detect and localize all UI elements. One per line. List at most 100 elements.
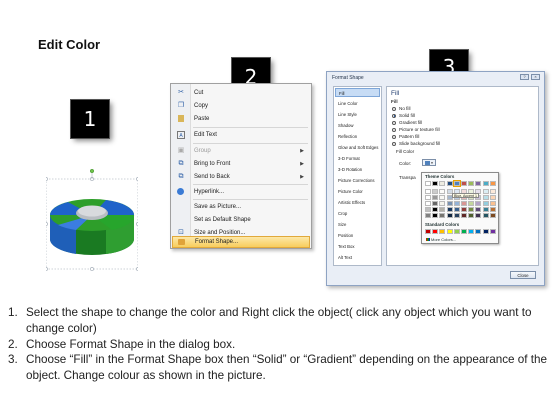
color-swatch[interactable] — [446, 201, 453, 206]
color-swatch[interactable] — [432, 195, 439, 200]
segmented-cylinder-shape[interactable] — [46, 165, 138, 275]
color-swatch[interactable] — [432, 213, 439, 218]
color-swatch[interactable] — [482, 195, 489, 200]
color-swatch[interactable] — [461, 201, 467, 206]
color-swatch[interactable] — [453, 201, 460, 206]
category-line-color[interactable]: Line Color — [335, 99, 380, 108]
color-swatch[interactable] — [432, 189, 439, 194]
category-text-box[interactable]: Text Box — [335, 242, 380, 251]
menu-item-paste[interactable]: Paste — [172, 113, 310, 125]
fill-color-dropdown[interactable]: ▼ — [422, 159, 436, 166]
category-position[interactable]: Position — [335, 231, 380, 240]
color-swatch[interactable] — [425, 189, 431, 194]
color-swatch[interactable] — [475, 181, 482, 186]
menu-item-edit-text[interactable]: A Edit Text — [172, 129, 310, 141]
category-glow[interactable]: Glow and Soft Edges — [335, 143, 380, 152]
color-swatch[interactable] — [432, 181, 439, 186]
category-artistic-effects[interactable]: Artistic Effects — [335, 198, 380, 207]
color-swatch[interactable] — [425, 207, 431, 212]
color-swatch[interactable] — [439, 201, 446, 206]
category-crop[interactable]: Crop — [335, 209, 380, 218]
category-alt-text[interactable]: Alt Text — [335, 253, 380, 262]
color-swatch[interactable] — [432, 201, 439, 206]
color-swatch[interactable] — [475, 213, 482, 218]
color-swatch[interactable] — [453, 213, 460, 218]
color-swatch[interactable] — [489, 189, 496, 194]
color-swatch[interactable] — [489, 181, 496, 186]
category-reflection[interactable]: Reflection — [335, 132, 380, 141]
menu-item-copy[interactable]: ❐ Copy — [172, 100, 310, 112]
menu-item-group[interactable]: ▣ Group ▶ — [172, 145, 310, 157]
standard-color-swatch[interactable] — [425, 229, 431, 234]
category-picture-color[interactable]: Picture Color — [335, 187, 380, 196]
color-swatch[interactable] — [425, 181, 431, 186]
category-3d-rotation[interactable]: 3-D Rotation — [335, 165, 380, 174]
color-swatch[interactable] — [461, 213, 467, 218]
color-swatch[interactable] — [439, 213, 446, 218]
color-swatch[interactable] — [425, 201, 431, 206]
color-swatch[interactable] — [482, 181, 489, 186]
standard-color-swatch[interactable] — [439, 229, 446, 234]
standard-color-swatch[interactable] — [468, 229, 475, 234]
color-swatch[interactable] — [439, 181, 446, 186]
standard-color-swatch[interactable] — [482, 229, 489, 234]
color-swatch[interactable] — [482, 207, 489, 212]
color-swatch[interactable] — [425, 213, 431, 218]
standard-color-swatch[interactable] — [446, 229, 453, 234]
color-swatch[interactable] — [439, 207, 446, 212]
color-swatch[interactable] — [489, 195, 496, 200]
category-shadow[interactable]: Shadow — [335, 121, 380, 130]
color-swatch[interactable] — [475, 207, 482, 212]
category-3d-format[interactable]: 3-D Format — [335, 154, 380, 163]
menu-item-save-as-picture[interactable]: Save as Picture... — [172, 201, 310, 213]
category-line-style[interactable]: Line Style — [335, 110, 380, 119]
menu-item-cut[interactable]: ✂ Cut — [172, 87, 310, 99]
close-button[interactable]: Close — [510, 271, 536, 279]
color-swatch[interactable] — [432, 207, 439, 212]
menu-item-format-shape[interactable]: Format Shape... — [172, 236, 310, 248]
color-swatch[interactable] — [475, 201, 482, 206]
radio-solid-fill[interactable]: Solid fill — [392, 112, 415, 119]
group-icon: ▣ — [177, 147, 185, 154]
color-swatch[interactable] — [453, 207, 460, 212]
standard-color-swatch[interactable] — [453, 229, 460, 234]
menu-item-set-default-shape[interactable]: Set as Default Shape — [172, 214, 310, 226]
color-swatch[interactable] — [468, 213, 475, 218]
category-fill[interactable]: Fill — [335, 88, 380, 97]
color-swatch[interactable] — [482, 213, 489, 218]
color-swatch[interactable] — [439, 195, 446, 200]
color-swatch[interactable] — [468, 207, 475, 212]
standard-color-swatch[interactable] — [489, 229, 496, 234]
color-swatch[interactable] — [439, 189, 446, 194]
color-swatch[interactable] — [425, 195, 431, 200]
color-swatch[interactable] — [489, 213, 496, 218]
close-x-button[interactable]: × — [531, 74, 540, 80]
radio-slide-background-fill[interactable]: Slide background fill — [392, 140, 440, 147]
category-picture-corrections[interactable]: Picture Corrections — [335, 176, 380, 185]
radio-gradient-fill[interactable]: Gradient fill — [392, 119, 422, 126]
radio-picture-fill[interactable]: Picture or texture fill — [392, 126, 440, 133]
radio-pattern-fill[interactable]: Pattern fill — [392, 133, 419, 140]
category-size[interactable]: Size — [335, 220, 380, 229]
menu-item-send-to-back[interactable]: ⧉ Send to Back ▶ — [172, 171, 310, 183]
color-swatch[interactable] — [446, 181, 453, 186]
color-swatch[interactable] — [452, 180, 461, 187]
color-swatch[interactable] — [468, 201, 475, 206]
menu-item-bring-to-front[interactable]: ⧉ Bring to Front ▶ — [172, 158, 310, 170]
color-swatch[interactable] — [468, 181, 475, 186]
color-swatch[interactable] — [461, 207, 467, 212]
color-swatch[interactable] — [489, 201, 496, 206]
standard-color-swatch[interactable] — [432, 229, 439, 234]
color-swatch[interactable] — [446, 207, 453, 212]
color-swatch[interactable] — [489, 207, 496, 212]
standard-color-swatch[interactable] — [475, 229, 482, 234]
color-swatch[interactable] — [461, 181, 467, 186]
help-button[interactable]: ? — [520, 74, 529, 80]
menu-item-hyperlink[interactable]: Hyperlink... — [172, 186, 310, 198]
more-colors-link[interactable]: More Colors... — [426, 237, 456, 242]
radio-no-fill[interactable]: No fill — [392, 105, 411, 112]
standard-color-swatch[interactable] — [461, 229, 467, 234]
color-swatch[interactable] — [482, 189, 489, 194]
color-swatch[interactable] — [482, 201, 489, 206]
color-swatch[interactable] — [446, 213, 453, 218]
